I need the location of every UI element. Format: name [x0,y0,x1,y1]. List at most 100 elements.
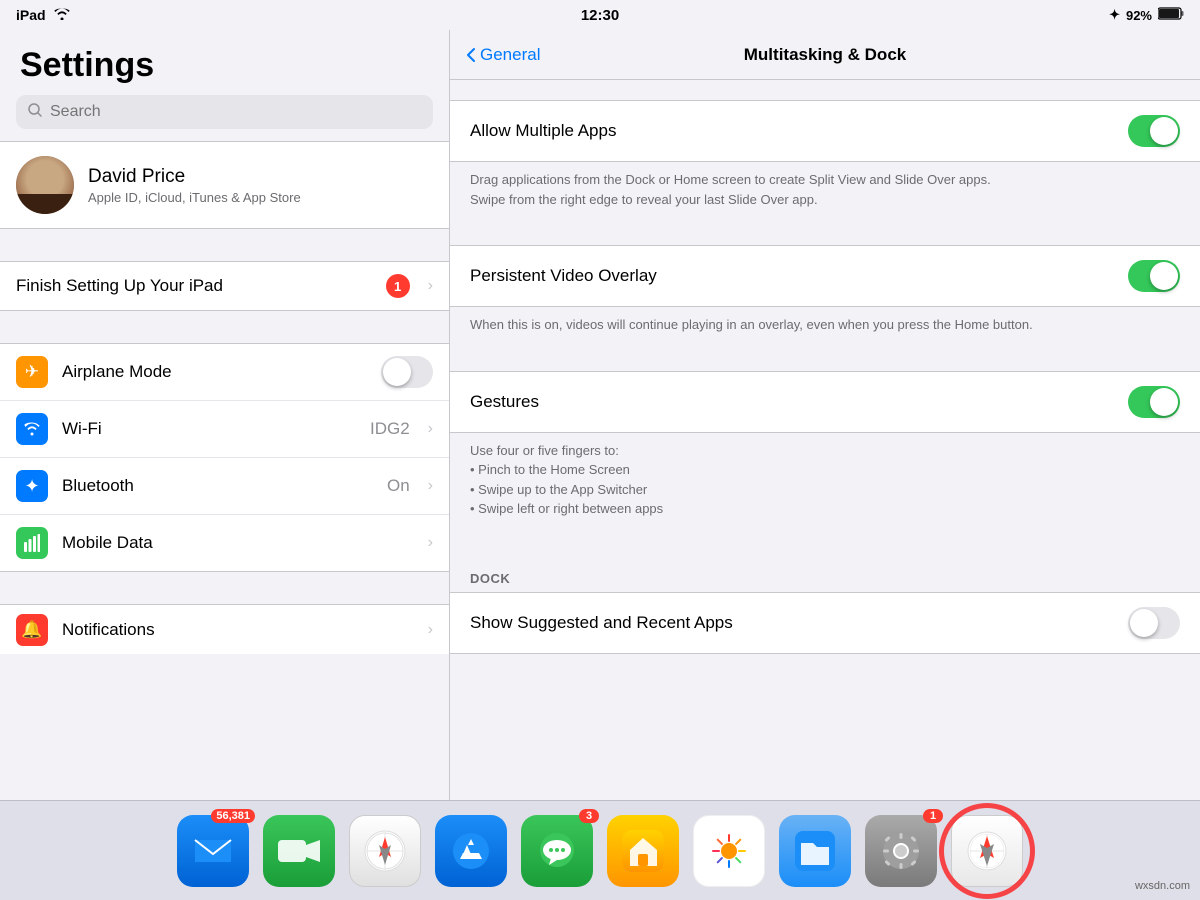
facetime-icon [263,815,335,887]
dock-bar: 56,381 3 [0,800,1200,900]
allow-multiple-apps-label: Allow Multiple Apps [470,121,1128,141]
mobile-data-icon [16,527,48,559]
safari-red-icon [349,815,421,887]
notifications-label: Notifications [62,620,410,640]
chevron-icon: › [428,277,433,295]
finish-setup-badge: 1 [386,274,410,298]
persistent-video-row[interactable]: Persistent Video Overlay [450,246,1200,306]
settings-app-icon [865,815,937,887]
status-left: iPad [16,7,70,23]
home-icon [607,815,679,887]
status-bar: iPad 12:30 ✦ 92% [0,0,1200,30]
allow-multiple-apps-desc: Drag applications from the Dock or Home … [450,162,1200,225]
dock-safari-red[interactable] [349,815,421,887]
wifi-icon [54,7,70,23]
dock-appstore[interactable] [435,815,507,887]
battery-icon [1158,7,1184,23]
messages-badge: 3 [579,809,599,823]
allow-multiple-apps-toggle[interactable] [1128,115,1180,147]
right-panel: General Multitasking & Dock Allow Multip… [450,30,1200,800]
notifications-row[interactable]: 🔔 Notifications › [0,604,449,654]
persistent-video-card: Persistent Video Overlay [450,245,1200,307]
dock-section-label: DOCK [450,555,1200,592]
watermark: wxsdn.com [1135,880,1190,892]
profile-row[interactable]: David Price Apple ID, iCloud, iTunes & A… [0,141,449,229]
back-button[interactable]: General [466,45,540,65]
show-suggested-label: Show Suggested and Recent Apps [470,613,1128,633]
mobile-data-label: Mobile Data [62,533,410,553]
dock-settings-app[interactable]: 1 [865,815,937,887]
allow-multiple-apps-row[interactable]: Allow Multiple Apps [450,101,1200,161]
finish-setup-label: Finish Setting Up Your iPad [16,276,372,296]
dock-files[interactable] [779,815,851,887]
left-panel: Settings David Price Apple ID, iCloud, i… [0,30,450,800]
gestures-group: Gestures Use four or five fingers to:• P… [450,371,1200,535]
right-header: General Multitasking & Dock [450,30,1200,80]
persistent-video-label: Persistent Video Overlay [470,266,1128,286]
files-icon [779,815,851,887]
section-divider-2 [0,311,449,343]
persistent-video-toggle[interactable] [1128,260,1180,292]
back-label: General [480,45,540,65]
wifi-settings-icon [16,413,48,445]
safari-icon [951,815,1023,887]
persistent-video-desc: When this is on, videos will continue pl… [450,307,1200,351]
gestures-card: Gestures [450,371,1200,433]
airplane-mode-icon: ✈ [16,356,48,388]
mobile-data-chevron-icon: › [428,534,433,552]
airplane-mode-label: Airplane Mode [62,362,367,382]
wifi-row[interactable]: Wi-Fi IDG2 › [0,401,449,458]
finish-setup-row[interactable]: Finish Setting Up Your iPad 1 › [0,261,449,311]
dock-messages[interactable]: 3 [521,815,593,887]
show-suggested-card: Show Suggested and Recent Apps [450,592,1200,654]
profile-info: David Price Apple ID, iCloud, iTunes & A… [88,166,433,205]
gestures-toggle[interactable] [1128,386,1180,418]
mobile-data-row[interactable]: Mobile Data › [0,515,449,571]
status-time: 12:30 [581,7,619,24]
gestures-row[interactable]: Gestures [450,372,1200,432]
section-divider-1 [0,229,449,261]
bluetooth-icon: ✦ [1109,7,1120,23]
search-bar[interactable] [16,95,433,129]
bluetooth-chevron-icon: › [428,477,433,495]
dock-photos[interactable] [693,815,765,887]
photos-icon [693,815,765,887]
notifications-chevron-icon: › [428,621,433,639]
battery-level: 92% [1126,8,1152,23]
airplane-mode-row[interactable]: ✈ Airplane Mode [0,344,449,401]
connectivity-settings-group: ✈ Airplane Mode Wi-Fi IDG2 › ✦ Bluetooth… [0,343,449,572]
gestures-label: Gestures [470,392,1128,412]
dock-facetime[interactable] [263,815,335,887]
show-suggested-toggle[interactable] [1128,607,1180,639]
dock-group: Show Suggested and Recent Apps [450,592,1200,654]
bluetooth-label: Bluetooth [62,476,373,496]
right-panel-title: Multitasking & Dock [744,45,906,65]
profile-subtitle: Apple ID, iCloud, iTunes & App Store [88,190,433,205]
bluetooth-value: On [387,476,410,496]
status-ipad: iPad [16,7,46,23]
show-suggested-row[interactable]: Show Suggested and Recent Apps [450,593,1200,653]
dock-home[interactable] [607,815,679,887]
mail-badge: 56,381 [211,809,255,823]
airplane-mode-toggle[interactable] [381,356,433,388]
wifi-label: Wi-Fi [62,419,356,439]
right-content: Allow Multiple Apps Drag applications fr… [450,80,1200,694]
search-icon [28,103,42,121]
bluetooth-settings-icon: ✦ [16,470,48,502]
profile-name: David Price [88,166,433,188]
section-divider-3 [0,572,449,604]
search-input[interactable] [50,103,421,121]
status-right: ✦ 92% [1109,7,1184,23]
persistent-video-group: Persistent Video Overlay When this is on… [450,245,1200,351]
allow-multiple-apps-group: Allow Multiple Apps Drag applications fr… [450,100,1200,225]
bluetooth-row[interactable]: ✦ Bluetooth On › [0,458,449,515]
gestures-desc: Use four or five fingers to:• Pinch to t… [450,433,1200,535]
appstore-icon [435,815,507,887]
wifi-chevron-icon: › [428,420,433,438]
dock-safari[interactable] [951,815,1023,887]
dock-mail[interactable]: 56,381 [177,815,249,887]
allow-multiple-apps-card: Allow Multiple Apps [450,100,1200,162]
wifi-value: IDG2 [370,419,410,439]
mail-icon [177,815,249,887]
settings-app-badge: 1 [923,809,943,823]
